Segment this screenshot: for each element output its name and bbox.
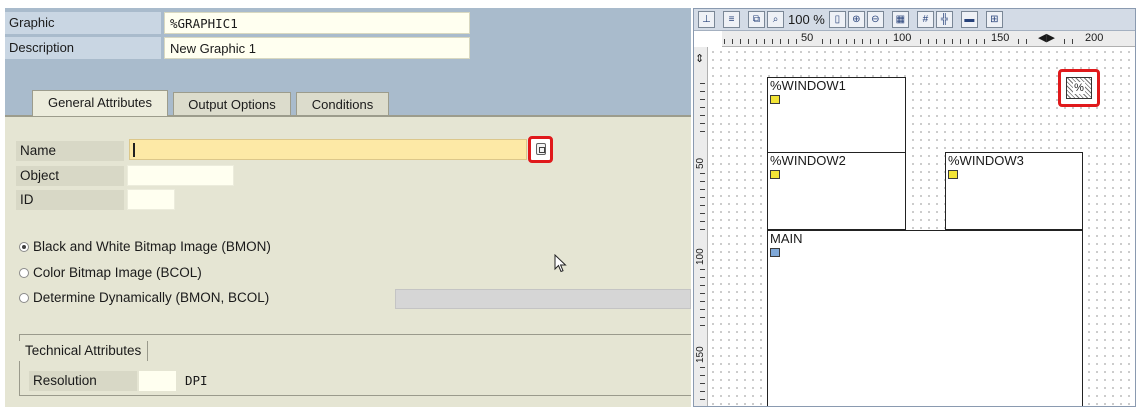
window-icon: [948, 170, 958, 179]
layout-window-window3[interactable]: %WINDOW3: [945, 152, 1083, 230]
form-settings-icon[interactable]: ⊞: [985, 11, 1003, 28]
window-icon: [770, 170, 780, 179]
layout-canvas[interactable]: %WINDOW1 %WINDOW2 %WINDOW3 MAIN %: [709, 48, 1135, 406]
name-input[interactable]: [129, 139, 527, 160]
grid-snap-icon[interactable]: ╬: [935, 11, 953, 28]
object-label: Object: [16, 166, 124, 186]
value-help-icon: [536, 143, 546, 155]
id-input[interactable]: [127, 189, 175, 210]
layout-window-window1[interactable]: %WINDOW1: [767, 77, 906, 153]
graphic-node-highlight[interactable]: %: [1058, 69, 1100, 107]
technical-attributes-title: Technical Attributes: [19, 341, 149, 361]
ruler-vertical-arrows-icon: ⇕: [695, 53, 705, 65]
window-label: MAIN: [770, 231, 803, 246]
text-caret: [133, 143, 135, 157]
radio-unselected-icon: [19, 268, 29, 278]
radio-bcol[interactable]: Color Bitmap Image (BCOL): [19, 263, 202, 283]
graphic-label: Graphic: [5, 12, 161, 34]
ruler-icon[interactable]: ▬: [960, 11, 978, 28]
layout-window-window2[interactable]: %WINDOW2: [767, 152, 906, 230]
pin-icon[interactable]: ⊥: [698, 11, 715, 28]
ruler-label-150: 150: [991, 32, 1010, 44]
graphic-node-icon: %: [1066, 77, 1092, 99]
resolution-input[interactable]: [139, 371, 176, 391]
ruler-v-label-50: 50: [695, 157, 706, 169]
ruler-cursor-arrows-icon: ◀▶: [1038, 32, 1055, 44]
grid-icon[interactable]: #: [916, 11, 934, 28]
value-help-button[interactable]: [528, 136, 553, 163]
graphic-attributes-panel: Graphic %GRAPHIC1 Description New Graphi…: [5, 8, 691, 407]
ruler-v-label-100: 100: [695, 248, 706, 265]
resolution-unit: DPI: [185, 373, 208, 388]
tab-general-attributes[interactable]: General Attributes: [32, 90, 168, 116]
ruler-label-100: 100: [893, 32, 912, 44]
zoom-select-icon[interactable]: ⌕: [767, 11, 784, 28]
radio-bmon[interactable]: Black and White Bitmap Image (BMON): [19, 237, 271, 257]
radio-bmon-label: Black and White Bitmap Image (BMON): [33, 239, 271, 254]
id-label: ID: [16, 190, 124, 210]
horizontal-ruler: 50 100 150 ◀▶ 200: [722, 31, 1135, 47]
radio-bcol-label: Color Bitmap Image (BCOL): [33, 265, 202, 280]
layout-toolbar: ⊥ ≡ ⧉ ⌕ 100 % ▯ ⊕ ⊖ ▦ # ╬ ▬ ⊞: [694, 9, 1135, 31]
object-input[interactable]: [127, 165, 234, 186]
layout-window-main[interactable]: MAIN: [767, 230, 1083, 406]
window-label: %WINDOW3: [948, 153, 1024, 168]
zoom-in-icon[interactable]: ⊕: [847, 11, 865, 28]
radio-selected-icon: [19, 242, 29, 252]
ruler-v-label-150: 150: [695, 346, 706, 363]
main-window-icon: [770, 248, 780, 257]
mouse-pointer-icon: [554, 254, 567, 273]
window-label: %WINDOW2: [770, 153, 846, 168]
graphic-node-label: %: [1073, 82, 1085, 94]
layout-editor-panel: ⊥ ≡ ⧉ ⌕ 100 % ▯ ⊕ ⊖ ▦ # ╬ ▬ ⊞ 50 100 150…: [693, 8, 1136, 407]
ruler-label-50: 50: [801, 32, 814, 44]
radio-dynamic[interactable]: Determine Dynamically (BMON, BCOL): [19, 288, 269, 308]
window-label: %WINDOW1: [770, 78, 846, 93]
description-field[interactable]: New Graphic 1: [164, 37, 470, 59]
radio-unselected-icon: [19, 293, 29, 303]
zoom-out-icon[interactable]: ⊖: [866, 11, 884, 28]
zoom-level: 100 %: [788, 12, 825, 27]
align-icon[interactable]: ▦: [891, 11, 909, 28]
graphic-name-field: %GRAPHIC1: [164, 12, 470, 34]
tab-conditions[interactable]: Conditions: [296, 92, 389, 116]
layers-icon[interactable]: ⧉: [748, 11, 765, 28]
description-label: Description: [5, 37, 161, 59]
dynamic-field-disabled: [395, 289, 691, 309]
window-icon: [770, 95, 780, 104]
vertical-ruler: ⇕ 50 100 150: [694, 47, 708, 406]
list-view-icon[interactable]: ≡: [723, 11, 740, 28]
page-icon[interactable]: ▯: [828, 11, 846, 28]
name-label: Name: [16, 141, 124, 161]
resolution-label: Resolution: [29, 371, 137, 391]
tab-output-options[interactable]: Output Options: [173, 92, 291, 116]
ruler-label-200: 200: [1085, 32, 1104, 44]
radio-dynamic-label: Determine Dynamically (BMON, BCOL): [33, 290, 270, 305]
